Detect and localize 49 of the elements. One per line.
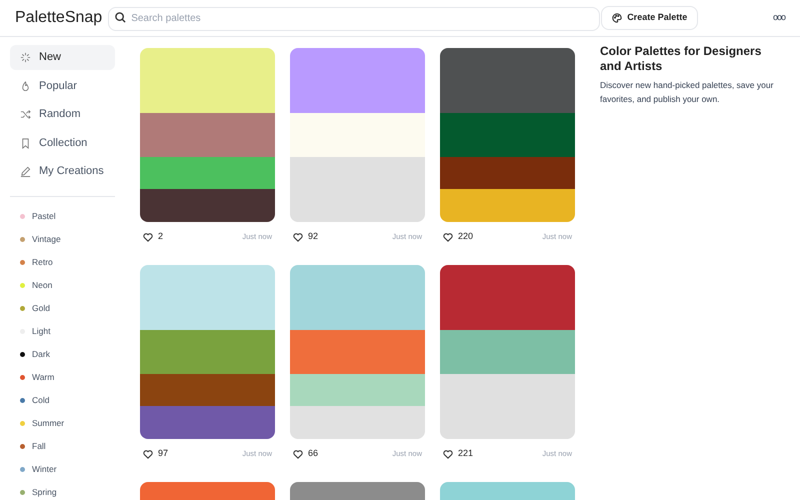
heart-icon xyxy=(143,232,153,242)
category-link[interactable]: Vintage xyxy=(32,232,61,246)
nav-item[interactable]: Collection xyxy=(10,130,115,156)
search-field[interactable]: Search palettes xyxy=(108,6,600,31)
like-button[interactable]: 220 xyxy=(443,230,474,244)
category-link[interactable]: Retro xyxy=(32,256,53,268)
more-button[interactable]: ooo xyxy=(772,11,785,25)
pencil-icon xyxy=(20,166,31,177)
nav-item[interactable]: New xyxy=(10,45,115,70)
palette-swatch[interactable] xyxy=(290,265,425,439)
category-link[interactable]: Gold xyxy=(32,302,50,314)
heart-icon xyxy=(143,450,153,458)
like-button[interactable]: 221 xyxy=(443,447,474,461)
palette-swatch[interactable] xyxy=(440,265,575,439)
category-link[interactable]: Cold xyxy=(32,394,50,406)
shuffle-icon xyxy=(20,109,31,120)
search-icon xyxy=(115,12,126,24)
like-button[interactable]: 66 xyxy=(293,447,318,461)
category-link[interactable]: Fall xyxy=(32,440,46,452)
palette-icon xyxy=(612,13,622,23)
info-heading: Color Palettes for Designers and Artists xyxy=(600,44,762,74)
category-link[interactable]: Warm xyxy=(32,370,54,384)
palette-swatch[interactable] xyxy=(140,265,275,439)
sparkle-icon xyxy=(20,52,31,63)
palette-swatch[interactable] xyxy=(440,48,575,222)
palette-swatch[interactable] xyxy=(290,48,425,222)
heart-icon xyxy=(443,232,453,242)
category-link[interactable]: Summer xyxy=(32,416,64,430)
palette-swatch[interactable] xyxy=(140,48,275,222)
heart-icon xyxy=(293,450,303,458)
logo[interactable]: PaletteSnap xyxy=(15,8,102,28)
category-link[interactable]: Light xyxy=(32,324,50,338)
nav-item[interactable]: My Creations xyxy=(10,159,115,184)
like-button[interactable]: 2 xyxy=(143,230,164,244)
category-link[interactable]: Spring xyxy=(32,486,57,498)
heart-icon xyxy=(293,232,303,242)
nav-item[interactable]: Popular xyxy=(10,74,115,98)
bookmark-icon xyxy=(20,138,31,148)
create-palette-button[interactable]: Create Palette xyxy=(601,6,698,30)
info-description: Discover new hand-picked palettes, save your favorites, and publish your own. xyxy=(600,79,774,106)
category-link[interactable]: Dark xyxy=(32,348,50,360)
flame-icon xyxy=(20,80,31,92)
category-link[interactable]: Pastel xyxy=(32,210,56,222)
nav-item[interactable]: Random xyxy=(10,102,115,127)
category-link[interactable]: Winter xyxy=(32,462,57,476)
category-link[interactable]: Neon xyxy=(32,278,52,292)
like-button[interactable]: 97 xyxy=(143,447,168,461)
like-button[interactable]: 92 xyxy=(293,230,318,244)
heart-icon xyxy=(443,450,453,458)
